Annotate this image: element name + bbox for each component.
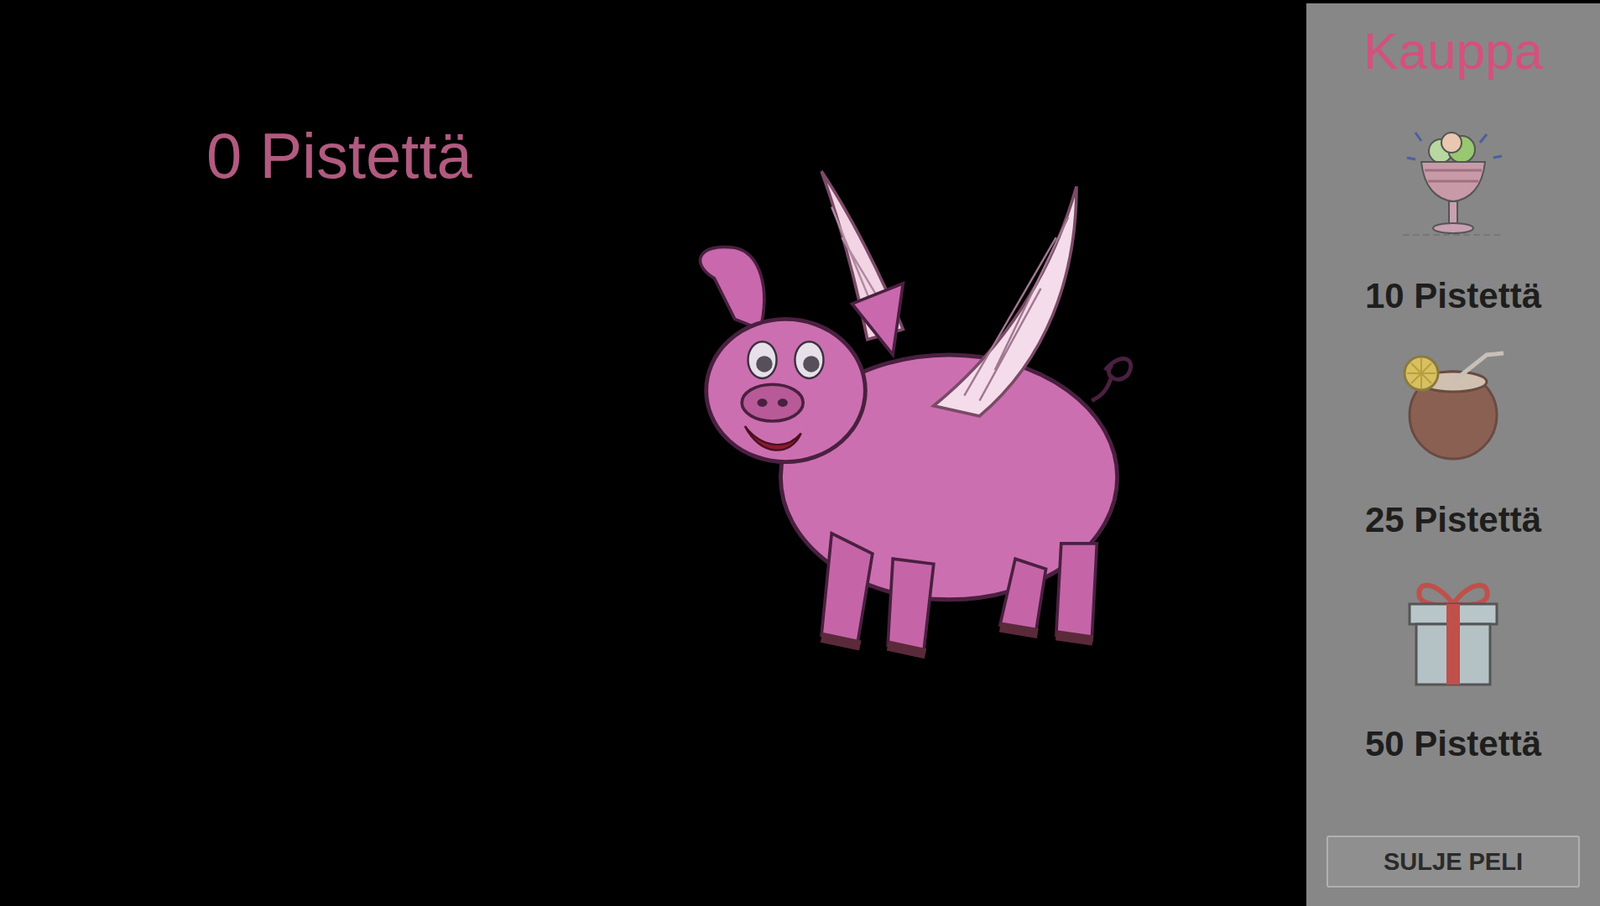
item-price: 10 Pistettä <box>1365 254 1542 339</box>
item-price: 25 Pistettä <box>1365 478 1542 563</box>
item-price: 50 Pistettä <box>1365 702 1542 787</box>
score-label: 0 Pistettä <box>206 117 473 194</box>
game-area: 0 Pistettä <box>0 0 1307 906</box>
gift-icon[interactable] <box>1394 572 1512 690</box>
pig-icon[interactable] <box>688 166 1138 677</box>
shop-item[interactable]: 50 Pistettä <box>1365 572 1542 787</box>
sundae-icon[interactable] <box>1394 124 1512 242</box>
shop-title: Kauppa <box>1363 15 1543 88</box>
shop-item[interactable]: 25 Pistettä <box>1365 348 1542 563</box>
coconut-icon[interactable] <box>1394 348 1512 466</box>
shop-item[interactable]: 10 Pistettä <box>1365 124 1542 339</box>
close-game-button[interactable]: SULJE PELI <box>1326 835 1580 888</box>
shop-panel: Kauppa 10 Pistettä 25 Pistettä 50 Pistettä S… <box>1306 3 1600 906</box>
